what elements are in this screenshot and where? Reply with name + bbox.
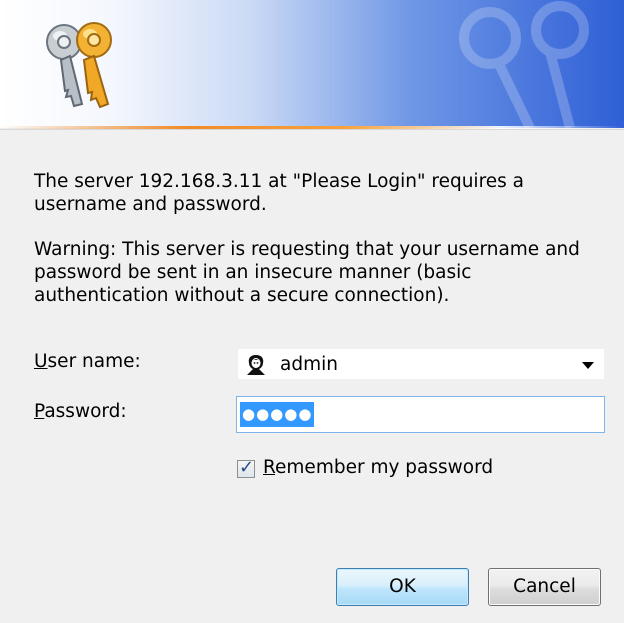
username-label: User name: <box>34 351 141 372</box>
password-value: ●●●●● <box>240 402 315 427</box>
username-label-accesskey: U <box>34 351 48 372</box>
password-label: Password: <box>34 401 127 422</box>
chevron-down-icon[interactable] <box>582 362 594 369</box>
banner-shadow <box>0 129 624 130</box>
password-label-text: assword: <box>44 401 127 422</box>
security-warning: Warning: This server is requesting that … <box>34 239 580 306</box>
dialog-banner <box>0 0 624 128</box>
password-field[interactable]: ●●●●● <box>236 396 605 433</box>
username-value: admin <box>280 354 338 375</box>
username-label-text: ser name: <box>47 351 141 372</box>
username-combobox[interactable]: admin <box>237 348 605 380</box>
remember-password-checkbox[interactable]: ✓ <box>237 457 255 478</box>
cancel-button[interactable]: Cancel <box>488 568 601 606</box>
user-icon <box>247 355 265 375</box>
checkmark-icon: ✓ <box>239 457 255 478</box>
remember-label-text: emember my password <box>275 457 494 478</box>
password-label-accesskey: P <box>34 401 45 422</box>
ok-button[interactable]: OK <box>336 568 469 606</box>
keys-icon <box>46 22 112 109</box>
server-message: The server 192.168.3.11 at "Please Login… <box>34 171 525 215</box>
remember-password-label[interactable]: Remember my password <box>263 457 493 478</box>
remember-label-accesskey: R <box>263 457 276 478</box>
keys-watermark-icon <box>459 1 589 128</box>
